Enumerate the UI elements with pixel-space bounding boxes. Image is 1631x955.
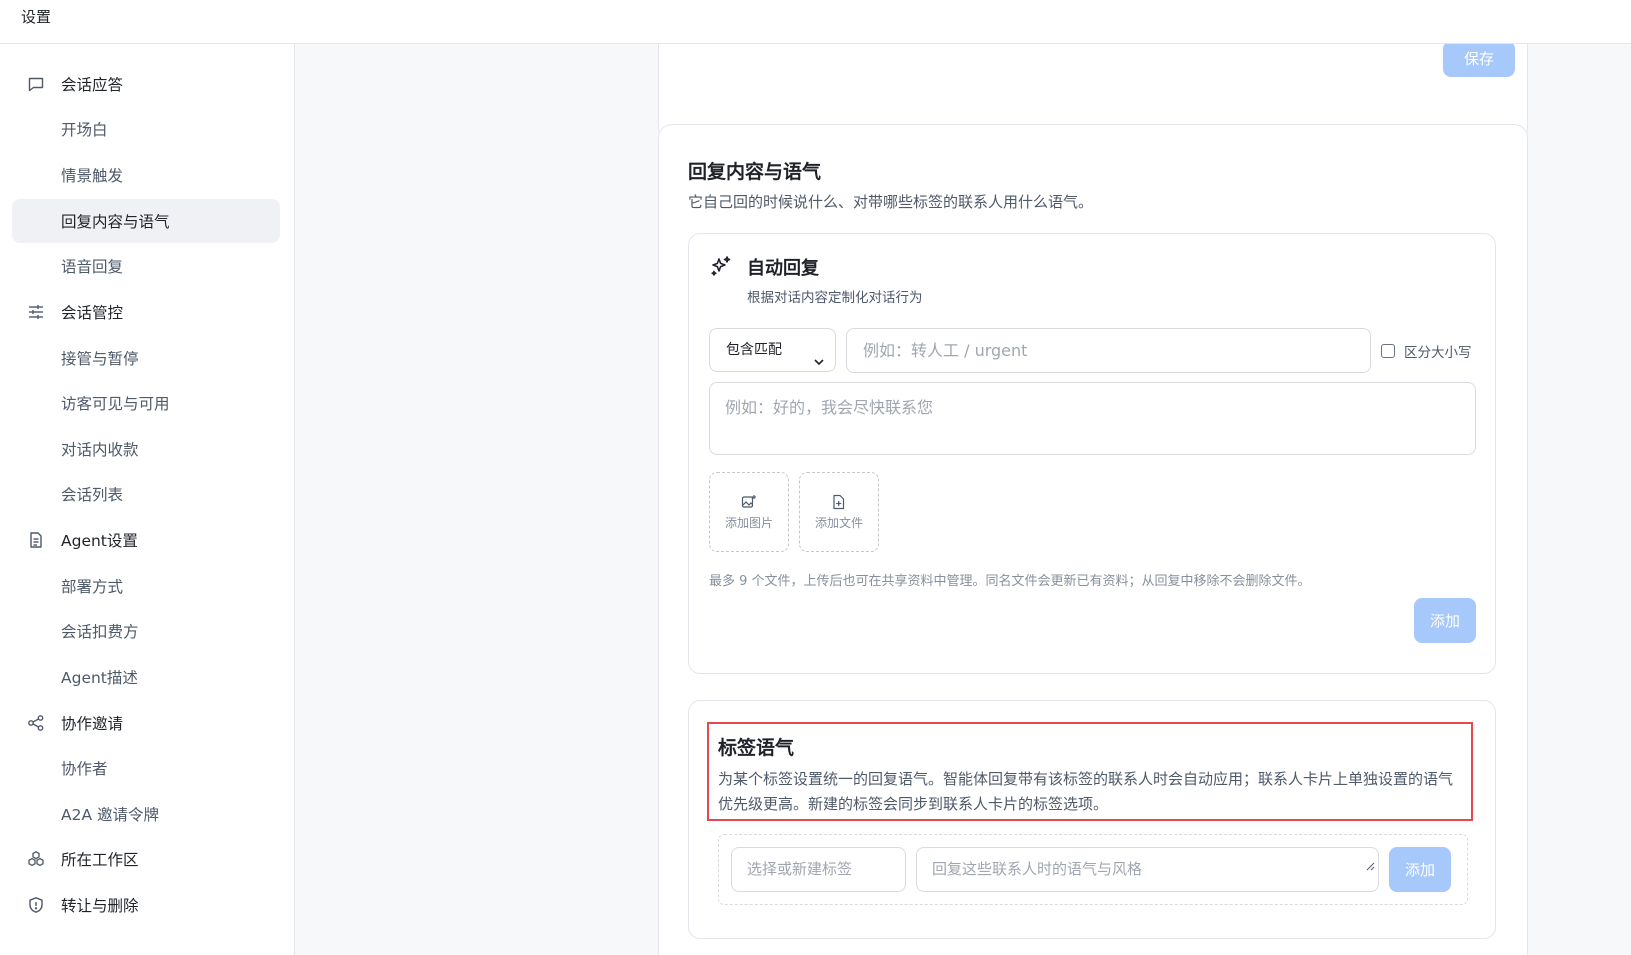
section-title: 回复内容与语气	[688, 161, 822, 183]
sidebar-item-label: 会话应答	[61, 76, 124, 94]
sidebar-item-label: 接管与暂停	[61, 350, 139, 368]
share-icon	[26, 713, 46, 733]
sidebar-item-label: 协作邀请	[61, 715, 124, 733]
case-sensitive-toggle[interactable]: 区分大小写	[1381, 341, 1472, 361]
add-tag-tone-button[interactable]: 添加	[1389, 847, 1451, 892]
reply-content-tone-card: 回复内容与语气 它自己回的时候说什么、对带哪些标签的联系人用什么语气。 自动回复…	[658, 124, 1528, 955]
match-mode-value: 包含匹配	[726, 342, 782, 358]
sidebar-item-collaborators[interactable]: 协作者	[12, 746, 280, 790]
sliders-icon	[26, 302, 46, 322]
save-button[interactable]: 保存	[1443, 44, 1515, 77]
sidebar-item-label: Agent描述	[61, 669, 138, 687]
sidebar-item-label: 开场白	[61, 121, 108, 139]
case-sensitive-label: 区分大小写	[1404, 345, 1472, 361]
sidebar-item-billing-party[interactable]: 会话扣费方	[12, 609, 280, 653]
tone-style-placeholder: 回复这些联系人时的语气与风格	[932, 860, 1143, 878]
sidebar-item-label: 情景触发	[61, 167, 124, 185]
section-description: 它自己回的时候说什么、对带哪些标签的联系人用什么语气。	[688, 193, 1094, 211]
sidebar-item-label: 对话内收款	[61, 441, 139, 459]
cubes-icon	[26, 849, 46, 869]
image-add-icon	[741, 494, 756, 508]
upload-hint: 最多 9 个文件，上传后也可在共享资料中管理。同名文件会更新已有资料；从回复中移…	[709, 574, 1311, 589]
sidebar-item-voice-reply[interactable]: 语音回复	[12, 244, 280, 288]
sidebar-item-label: A2A 邀请令牌	[61, 806, 159, 824]
sidebar-item-conversation-list[interactable]: 会话列表	[12, 472, 280, 516]
add-auto-reply-button[interactable]: 添加	[1414, 598, 1476, 643]
window-title: 设置	[21, 8, 52, 26]
main-content: 保存 回复内容与语气 它自己回的时候说什么、对带哪些标签的联系人用什么语气。 自…	[295, 44, 1631, 955]
tag-select-input[interactable]: 选择或新建标签	[731, 847, 906, 892]
case-sensitive-checkbox[interactable]	[1381, 344, 1395, 358]
sidebar-item-conversation-control[interactable]: 会话管控	[12, 290, 280, 334]
tag-tone-form: 选择或新建标签 回复这些联系人时的语气与风格 添加	[718, 834, 1468, 905]
tag-tone-title: 标签语气	[718, 737, 795, 759]
top-bar: 设置	[0, 0, 1631, 44]
sidebar-item-label: 访客可见与可用	[61, 395, 170, 413]
auto-reply-description: 根据对话内容定制化对话行为	[747, 290, 923, 306]
auto-reply-title: 自动回复	[747, 258, 819, 279]
sidebar-item-in-chat-payment[interactable]: 对话内收款	[12, 427, 280, 471]
chevron-down-icon	[813, 343, 825, 385]
tag-tone-panel: 标签语气 为某个标签设置统一的回复语气。智能体回复带有该标签的联系人时会自动应用…	[688, 700, 1496, 939]
reply-text-area[interactable]: 例如：好的，我会尽快联系您	[709, 382, 1476, 455]
sidebar: 会话应答 开场白 情景触发 回复内容与语气 语音回复 会话管控 接管与暂停 访客…	[0, 44, 295, 955]
auto-reply-panel: 自动回复 根据对话内容定制化对话行为 包含匹配 例如：转人工 / urgent …	[688, 233, 1496, 674]
sidebar-item-agent-description[interactable]: Agent描述	[12, 655, 280, 699]
sidebar-item-takeover-pause[interactable]: 接管与暂停	[12, 336, 280, 380]
sidebar-item-label: 回复内容与语气	[61, 213, 170, 231]
document-icon	[26, 530, 46, 550]
sparkle-icon	[709, 254, 733, 278]
sidebar-item-deploy-mode[interactable]: 部署方式	[12, 564, 280, 608]
sidebar-item-label: 协作者	[61, 760, 108, 778]
shield-icon	[26, 895, 46, 915]
match-mode-select[interactable]: 包含匹配	[709, 328, 836, 372]
sidebar-item-label: 转让与删除	[61, 897, 139, 915]
sidebar-item-reply-content-tone[interactable]: 回复内容与语气	[12, 199, 280, 243]
sidebar-item-label: 会话扣费方	[61, 623, 139, 641]
chat-bubble-icon	[26, 74, 46, 94]
file-add-icon	[833, 494, 845, 509]
tag-tone-description: 为某个标签设置统一的回复语气。智能体回复带有该标签的联系人时会自动应用；联系人卡…	[718, 770, 1454, 813]
keyword-input[interactable]: 例如：转人工 / urgent	[846, 328, 1371, 373]
sidebar-item-label: Agent设置	[61, 532, 138, 550]
sidebar-item-opening[interactable]: 开场白	[12, 107, 280, 151]
sidebar-item-collab-invite[interactable]: 协作邀请	[12, 701, 280, 745]
sidebar-item-label: 部署方式	[61, 578, 124, 596]
add-image-label: 添加图片	[724, 515, 773, 530]
sidebar-item-transfer-delete[interactable]: 转让与删除	[12, 883, 280, 927]
sidebar-item-workspace[interactable]: 所在工作区	[12, 837, 280, 881]
sidebar-item-a2a-token[interactable]: A2A 邀请令牌	[12, 792, 280, 836]
sidebar-item-agent-settings[interactable]: Agent设置	[12, 518, 280, 562]
sidebar-item-label: 语音回复	[61, 258, 124, 276]
sidebar-item-visitor-visibility[interactable]: 访客可见与可用	[12, 381, 280, 425]
resize-grip-icon[interactable]	[1365, 845, 1375, 888]
sidebar-item-label: 会话列表	[61, 486, 124, 504]
tone-style-input[interactable]: 回复这些联系人时的语气与风格	[916, 847, 1379, 892]
add-file-label: 添加文件	[814, 515, 863, 530]
sidebar-item-conversation-response[interactable]: 会话应答	[12, 62, 280, 106]
sidebar-item-scenario-trigger[interactable]: 情景触发	[12, 153, 280, 197]
sidebar-item-label: 会话管控	[61, 304, 124, 322]
add-image-button[interactable]: 添加图片	[709, 472, 789, 552]
sidebar-item-label: 所在工作区	[61, 851, 139, 869]
add-file-button[interactable]: 添加文件	[799, 472, 879, 552]
